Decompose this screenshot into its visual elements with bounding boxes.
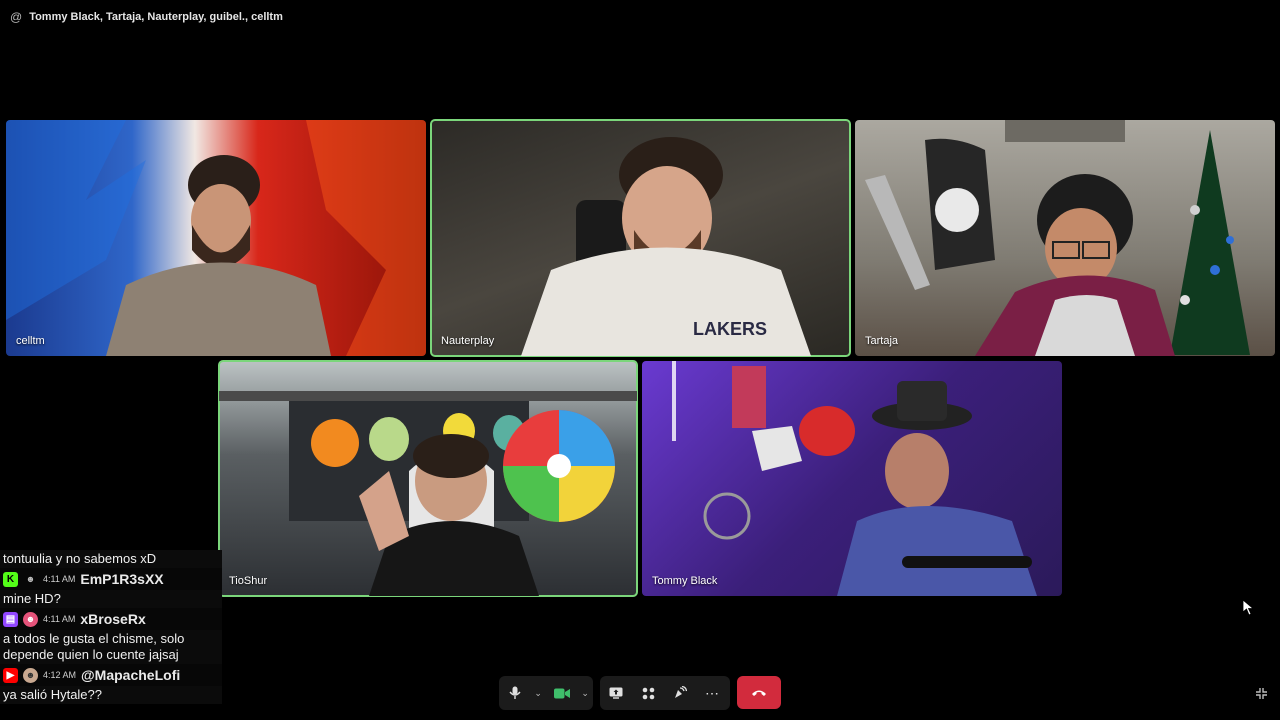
stream-chat-overlay: tontuulia y no sabemos xD K ☻ 4:11 AM Em…	[0, 550, 222, 704]
tile-name-label: Tartaja	[865, 335, 899, 347]
activities-icon[interactable]	[632, 676, 664, 710]
at-icon: @	[10, 10, 23, 24]
video-frame	[219, 391, 637, 596]
chat-meta: ▤ ☻ 4:11 AM xBroseRx	[0, 608, 222, 630]
chat-time: 4:11 AM	[43, 614, 76, 624]
chat-meta: K ☻ 4:11 AM EmP1R3sXX	[0, 568, 222, 590]
video-tile-tioshur[interactable]: TioShur	[218, 360, 638, 597]
video-tile-tommy-black[interactable]: Tommy Black	[642, 361, 1062, 596]
chat-message: mine HD?	[0, 590, 222, 608]
participants-title: Tommy Black, Tartaja, Nauterplay, guibel…	[29, 11, 283, 23]
kick-icon: K	[3, 571, 18, 587]
screen-share-icon[interactable]	[600, 676, 632, 710]
video-frame	[865, 120, 1250, 356]
chat-message: ya salió Hytale??	[0, 686, 222, 704]
camera-icon[interactable]	[546, 676, 577, 710]
chevron-down-icon[interactable]: ⌄	[577, 676, 593, 710]
chat-time: 4:12 AM	[43, 670, 77, 680]
video-tile-celltm[interactable]: celltm	[6, 120, 426, 356]
minimize-icon[interactable]	[1254, 686, 1268, 700]
video-tile-nauterplay[interactable]: LAKERS Nauterplay	[430, 119, 851, 357]
user-avatar-icon: ☻	[23, 667, 38, 683]
chat-message-partial: tontuulia y no sabemos xD	[0, 550, 222, 568]
call-header: @ Tommy Black, Tartaja, Nauterplay, guib…	[10, 8, 283, 26]
av-controls-group: ⌄ ⌄	[499, 676, 593, 710]
chat-time: 4:11 AM	[43, 574, 76, 584]
microphone-icon[interactable]	[499, 676, 530, 710]
chat-username: EmP1R3sXX	[80, 571, 164, 587]
video-frame	[672, 361, 1037, 596]
video-frame	[6, 120, 426, 356]
video-tile-tartaja[interactable]: Tartaja	[855, 120, 1275, 356]
chat-meta: ▶ ☻ 4:12 AM @MapacheLofi	[0, 664, 222, 686]
svg-text:LAKERS: LAKERS	[693, 319, 767, 339]
tile-name-label: TioShur	[229, 575, 268, 587]
tile-name-label: celltm	[16, 335, 45, 347]
twitch-icon: ▤	[3, 611, 18, 627]
chat-username: xBroseRx	[80, 611, 146, 627]
chat-message: a todos le gusta el chisme, solo depende…	[0, 630, 222, 664]
tile-name-label: Tommy Black	[652, 575, 718, 587]
more-icon[interactable]: ⋯	[696, 676, 728, 710]
end-call-icon	[751, 684, 767, 702]
soundboard-icon[interactable]	[664, 676, 696, 710]
mouse-cursor-icon	[1242, 599, 1255, 616]
call-actions-group: ⋯	[600, 676, 730, 710]
user-avatar-icon: ☻	[23, 611, 38, 627]
tile-name-label: Nauterplay	[441, 335, 495, 347]
user-avatar-icon: ☻	[25, 574, 36, 584]
chat-username: @MapacheLofi	[81, 667, 181, 683]
chevron-down-icon[interactable]: ⌄	[530, 676, 546, 710]
end-call-button[interactable]	[737, 676, 781, 709]
video-frame: LAKERS	[521, 137, 811, 356]
youtube-icon: ▶	[3, 667, 18, 683]
